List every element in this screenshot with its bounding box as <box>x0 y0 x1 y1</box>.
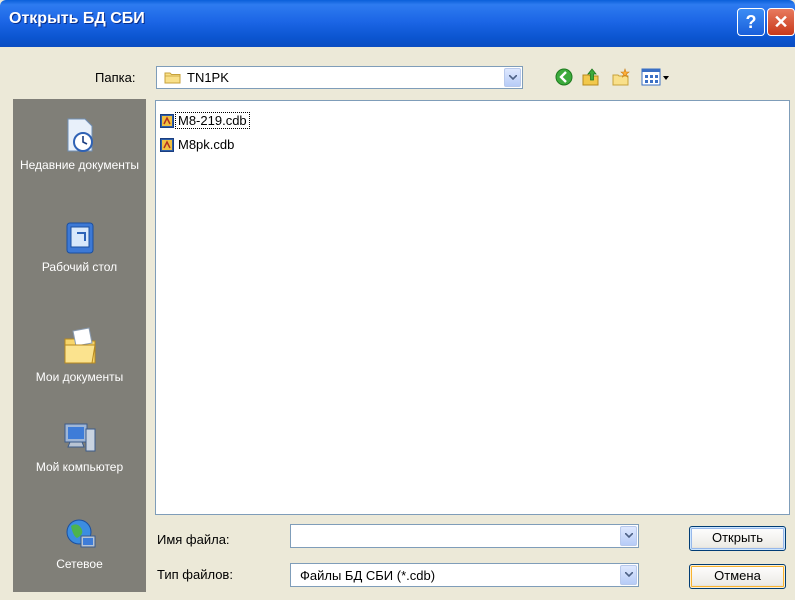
place-desktop[interactable]: Рабочий стол <box>13 219 146 275</box>
places-bar: Недавние документы Рабочий стол Мои доку… <box>13 99 146 592</box>
up-folder-icon[interactable] <box>581 67 601 87</box>
place-label: Мои документы <box>35 370 124 384</box>
cdb-file-icon <box>160 114 174 128</box>
lookin-combo[interactable]: TN1PK <box>156 66 523 89</box>
close-button[interactable]: ✕ <box>767 8 795 36</box>
place-label: Рабочий стол <box>41 260 118 274</box>
place-label: Недавние документы <box>19 158 140 172</box>
chevron-down-icon <box>625 572 633 577</box>
file-name: M8pk.cdb <box>178 137 235 152</box>
cdb-file-icon <box>160 138 174 152</box>
back-icon[interactable] <box>554 67 574 87</box>
filetype-dropdown-button[interactable] <box>620 565 637 585</box>
place-recent-documents[interactable]: Недавние документы <box>13 115 146 173</box>
file-list[interactable]: M8-219.cdb M8pk.cdb <box>155 100 790 515</box>
chevron-down-icon <box>509 75 517 80</box>
chevron-down-icon <box>625 533 633 538</box>
open-button[interactable]: Открыть <box>689 526 786 551</box>
new-folder-icon[interactable] <box>611 67 631 87</box>
recent-documents-icon <box>67 118 93 152</box>
place-my-documents[interactable]: Мои документы <box>13 325 146 385</box>
my-computer-icon <box>64 423 95 452</box>
place-label: Мой компьютер <box>35 460 124 474</box>
cancel-button[interactable]: Отмена <box>689 564 786 589</box>
lookin-label: Папка: <box>95 70 136 85</box>
desktop-icon <box>66 222 93 254</box>
window-title: Открыть БД СБИ <box>9 10 145 27</box>
filetype-value: Файлы БД СБИ (*.cdb) <box>300 568 436 583</box>
filetype-combo[interactable]: Файлы БД СБИ (*.cdb) <box>290 563 639 587</box>
view-menu-icon[interactable] <box>641 67 671 87</box>
title-bar: Открыть БД СБИ ? ✕ <box>0 0 795 47</box>
filename-label: Имя файла: <box>157 532 230 547</box>
file-name: M8-219.cdb <box>175 112 250 129</box>
place-label: Сетевое <box>56 557 103 571</box>
lookin-dropdown-button[interactable] <box>504 68 521 87</box>
help-button[interactable]: ? <box>737 8 765 36</box>
place-my-computer[interactable]: Мой компьютер <box>13 419 146 475</box>
filename-dropdown-button[interactable] <box>620 526 637 546</box>
lookin-value: TN1PK <box>187 70 229 85</box>
filetype-label: Тип файлов: <box>157 567 233 582</box>
place-network[interactable]: Сетевое <box>13 516 146 572</box>
my-documents-icon <box>64 327 96 364</box>
folder-icon <box>164 72 181 84</box>
filename-combo[interactable] <box>290 524 639 548</box>
network-icon <box>66 519 95 548</box>
